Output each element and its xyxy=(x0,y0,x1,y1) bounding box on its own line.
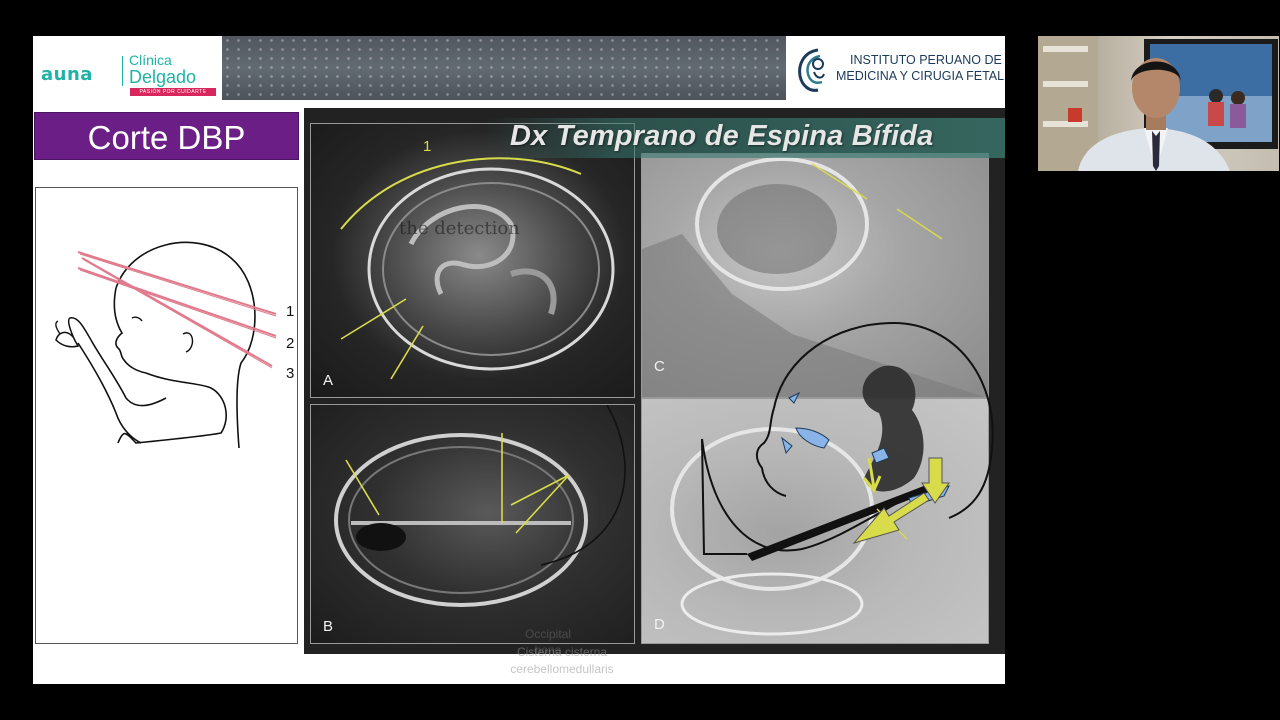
dx-banner-title: Dx Temprano de Espina Bífida xyxy=(510,120,934,152)
panel-c-letter: C xyxy=(654,358,665,375)
ultrasound-composite: 1 A B C D the detection Occipital bone D… xyxy=(304,108,1005,657)
presenter-video-frame xyxy=(1038,36,1278,171)
panel-b-letter: B xyxy=(323,618,334,635)
panel-d-letter: D xyxy=(654,616,665,633)
ultrasound-panel-a: 1 A xyxy=(310,123,635,398)
logo-divider xyxy=(122,56,123,86)
clinic-tagline: PASIÓN POR CUIDARTE xyxy=(130,88,216,96)
slide-title-box: Corte DBP xyxy=(34,112,299,160)
panel-a-letter: A xyxy=(323,372,334,389)
cisterna-label: Cisterna cisterna cerebellomedullaris xyxy=(492,644,632,678)
fetal-profile-drawing: 1 2 3 xyxy=(55,241,294,449)
plane-label-2: 2 xyxy=(286,335,294,352)
sparkle-pattern xyxy=(222,36,786,100)
cisterna-label-line1: Cisterna cisterna xyxy=(516,645,608,659)
plane-label-3: 3 xyxy=(286,365,294,382)
plane-label-1: 1 xyxy=(286,303,294,320)
header-decoration xyxy=(222,36,786,100)
institute-logo: INSTITUTO PERUANO DE MEDICINA Y CIRUGIA … xyxy=(786,36,1005,100)
plane-line-3 xyxy=(81,257,273,367)
fetus-logo-icon xyxy=(798,48,825,92)
overlay-ghost-text: the detection xyxy=(399,218,520,239)
clinic-label: Clínica xyxy=(129,52,172,68)
clinic-name: Delgado xyxy=(129,67,197,87)
panel-a-drawing: 1 xyxy=(340,138,615,380)
panel-a-marker: 1 xyxy=(423,138,431,155)
institute-name-line1: INSTITUTO PERUANO DE xyxy=(850,53,1002,67)
fetal-head-diagram: 1 2 3 xyxy=(35,187,298,644)
presentation-slide: auna Clínica Delgado PASIÓN POR CUIDARTE… xyxy=(33,36,1005,684)
ultrasound-panel-b: B xyxy=(310,404,635,644)
plane-line-3b xyxy=(83,259,273,369)
occipital-label-line1: Occipital xyxy=(525,627,572,641)
cisterna-label-line2: cerebellomedullaris xyxy=(510,662,614,676)
brain-outline-overlay xyxy=(756,321,994,544)
auna-logo: auna xyxy=(41,64,93,85)
presenter-webcam xyxy=(1038,36,1279,171)
institute-name-line2: MEDICINA Y CIRUGIA FETAL xyxy=(836,69,1005,83)
clinic-logo: auna Clínica Delgado PASIÓN POR CUIDARTE xyxy=(33,36,222,100)
slide-title: Corte DBP xyxy=(87,119,246,156)
panel-b-drawing xyxy=(334,405,626,607)
plane-line-1b xyxy=(79,253,277,317)
plane-line-1 xyxy=(77,251,277,315)
